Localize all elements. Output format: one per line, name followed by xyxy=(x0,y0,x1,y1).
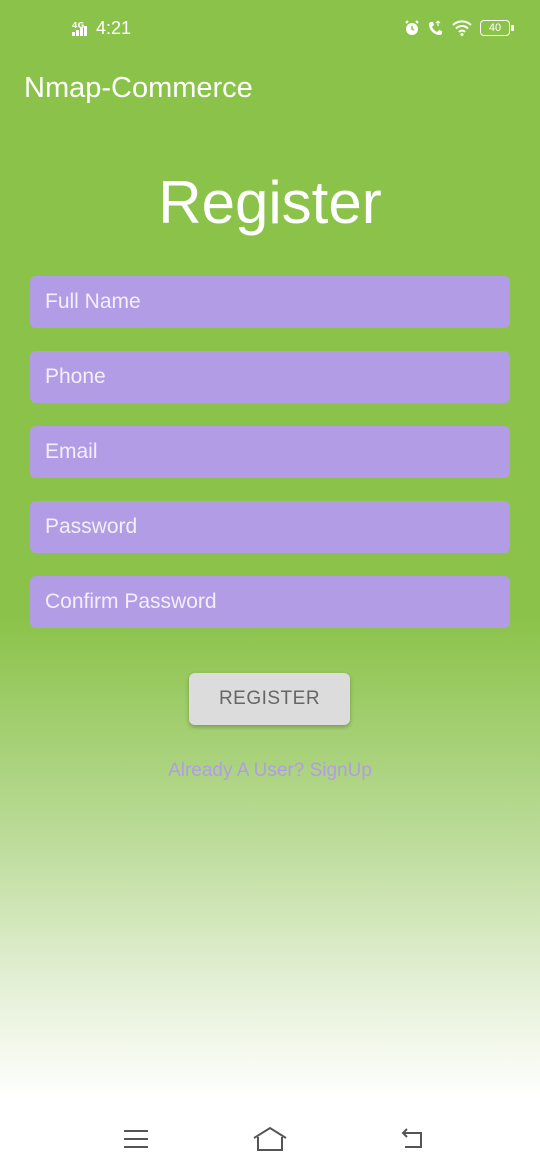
phone-field[interactable] xyxy=(30,351,510,403)
menu-button[interactable] xyxy=(116,1124,156,1154)
email-field[interactable] xyxy=(30,426,510,478)
back-button[interactable] xyxy=(392,1124,432,1154)
battery-icon: 40 xyxy=(480,20,514,36)
alarm-icon xyxy=(405,20,419,35)
status-bar: 4G 4:21 40 xyxy=(0,0,540,60)
signal-icon: 4G xyxy=(72,21,87,36)
battery-level: 40 xyxy=(488,22,502,34)
back-icon xyxy=(401,1128,422,1148)
menu-icon xyxy=(124,1130,148,1148)
status-left: 4G 4:21 xyxy=(72,18,131,39)
status-right: 40 xyxy=(404,20,514,36)
call-icon xyxy=(429,20,442,35)
register-button[interactable]: REGISTER xyxy=(189,673,350,725)
page-title: Register xyxy=(158,169,382,236)
signup-link[interactable]: Already A User? SignUp xyxy=(0,760,540,782)
app-title: Nmap-Commerce xyxy=(24,72,253,104)
home-icon xyxy=(253,1126,287,1151)
status-time: 4:21 xyxy=(96,18,132,38)
password-field[interactable] xyxy=(30,501,510,553)
full-name-field[interactable] xyxy=(30,276,510,328)
home-button[interactable] xyxy=(250,1124,290,1154)
system-nav-bar xyxy=(0,1110,540,1170)
confirm-password-field[interactable] xyxy=(30,576,510,628)
wifi-icon xyxy=(452,20,472,36)
